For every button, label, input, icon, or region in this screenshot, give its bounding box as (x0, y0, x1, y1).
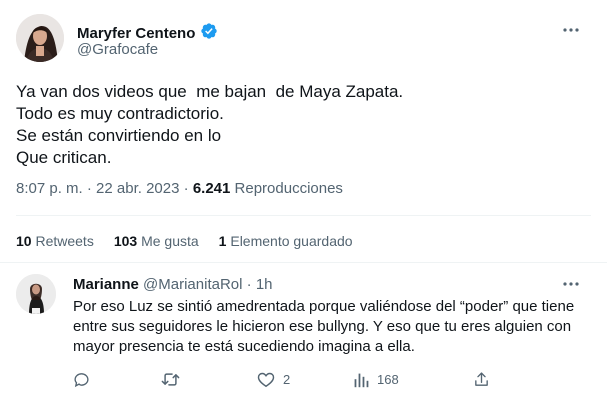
reply-tweet[interactable]: Marianne @MarianitaRol · 1h Por eso Luz … (0, 263, 607, 404)
retweets-count: 10 (16, 233, 32, 249)
retweet-icon (161, 371, 180, 388)
likes-stat[interactable]: 103 Me gusta (114, 233, 199, 250)
views-button[interactable]: 168 (353, 372, 473, 388)
views-separator: · (179, 180, 193, 197)
reply-header: Marianne @MarianitaRol · 1h (73, 276, 273, 294)
bookmarks-label: Elemento guardado (226, 233, 353, 249)
tweet-time[interactable]: 8:07 p. m. (16, 180, 83, 197)
verified-badge-icon (200, 22, 218, 45)
views-label: Reproducciones (230, 180, 343, 197)
retweets-label: Retweets (31, 233, 94, 249)
reply-time[interactable]: 1h (256, 276, 273, 293)
like-icon (257, 371, 275, 388)
engagement-stats: 10 Retweets 103 Me gusta 1 Elemento guar… (16, 233, 353, 250)
retweet-button[interactable] (161, 371, 257, 388)
author-handle[interactable]: @Grafocafe (77, 41, 158, 59)
views-count: 6.241 (192, 180, 231, 197)
retweets-stat[interactable]: 10 Retweets (16, 233, 94, 250)
reply-separator: · (242, 276, 256, 293)
likes-count: 103 (113, 233, 138, 249)
more-icon[interactable] (561, 277, 581, 291)
reply-author-handle[interactable]: @MarianitaRol (143, 276, 242, 293)
author-avatar[interactable] (16, 14, 64, 62)
reply-author-name[interactable]: Marianne (73, 276, 139, 293)
reply-button[interactable] (73, 371, 161, 388)
author-name[interactable]: Maryfer Centeno (77, 25, 195, 43)
reply-actions: 2 168 (73, 371, 490, 388)
reply-text: Por eso Luz se sintió amedrentada porque… (73, 298, 575, 355)
more-icon[interactable] (561, 23, 581, 37)
share-icon (473, 371, 490, 388)
tweet-meta: 8:07 p. m. · 22 abr. 2023 · 6.241 Reprod… (16, 180, 343, 198)
tweet-date[interactable]: 22 abr. 2023 (96, 180, 179, 197)
share-button[interactable] (473, 371, 490, 388)
reply-icon (73, 371, 90, 388)
main-tweet: Maryfer Centeno @Grafocafe Ya van dos vi… (0, 0, 607, 263)
reply-views-count: 168 (377, 372, 399, 387)
likes-label: Me gusta (137, 233, 199, 249)
date-separator: · (82, 180, 97, 197)
bookmarks-stat[interactable]: 1 Elemento guardado (219, 233, 353, 250)
tweet-text: Ya van dos videos que me bajan de Maya Z… (16, 82, 404, 167)
views-icon (353, 372, 369, 388)
like-button[interactable]: 2 (257, 371, 353, 388)
reply-avatar[interactable] (16, 274, 56, 314)
reply-likes-count: 2 (283, 372, 291, 387)
divider (16, 215, 591, 216)
